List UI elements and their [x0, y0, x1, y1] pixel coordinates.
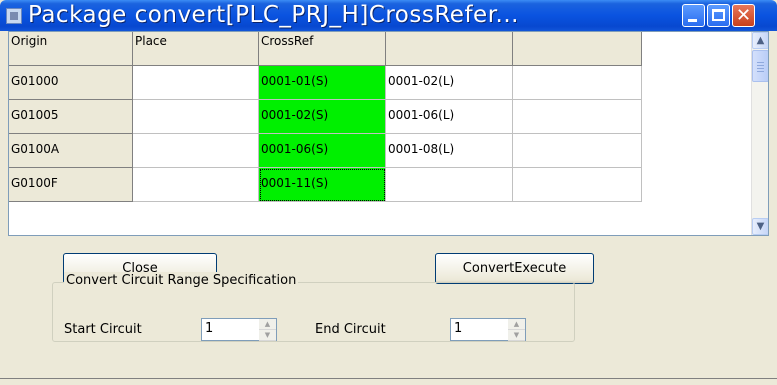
spin-up-icon[interactable]: ▲	[508, 319, 525, 330]
row-col4-cell[interactable]: 0001-06(L)	[386, 100, 513, 134]
end-circuit-spinner[interactable]: 1 ▲ ▼	[450, 318, 526, 341]
close-window-button[interactable]: ✕	[732, 4, 755, 27]
row-col4-cell[interactable]: 0001-02(L)	[386, 66, 513, 100]
row-place-cell[interactable]	[133, 134, 259, 168]
row-crossref-cell[interactable]: 0001-02(S)	[259, 100, 386, 134]
row-origin-cell[interactable]: G0100F	[9, 168, 133, 202]
row-origin-cell[interactable]: G01005	[9, 100, 133, 134]
column-header-place[interactable]: Place	[133, 32, 259, 66]
row-col5-cell[interactable]	[513, 134, 642, 168]
column-header-origin[interactable]: Origin	[9, 32, 133, 66]
row-origin-cell[interactable]: G01000	[9, 66, 133, 100]
package-convert-window: Package convert[PLC_PRJ_H]CrossRefer... …	[0, 0, 777, 385]
spin-down-icon[interactable]: ▼	[508, 330, 525, 341]
spin-down-icon[interactable]: ▼	[259, 330, 276, 341]
start-circuit-spin-buttons[interactable]: ▲ ▼	[259, 319, 276, 341]
title-bar[interactable]: Package convert[PLC_PRJ_H]CrossRefer... …	[0, 0, 777, 31]
column-header-5[interactable]	[513, 32, 642, 66]
minimize-icon	[688, 19, 697, 22]
row-crossref-cell[interactable]: 0001-01(S)	[259, 66, 386, 100]
scroll-down-icon[interactable]: ▼	[752, 218, 768, 235]
row-col5-cell[interactable]	[513, 168, 642, 202]
row-crossref-cell-selected[interactable]: 0001-11(S)	[259, 168, 386, 202]
column-header-crossref[interactable]: CrossRef	[259, 32, 386, 66]
window-bottom-border	[0, 378, 777, 379]
end-circuit-label: End Circuit	[315, 322, 386, 337]
row-place-cell[interactable]	[133, 66, 259, 100]
end-circuit-value[interactable]: 1	[454, 320, 462, 338]
convert-execute-button[interactable]: ConvertExecute	[435, 253, 594, 284]
vertical-scrollbar[interactable]: ▲ ▼	[751, 32, 768, 235]
end-circuit-spin-buttons[interactable]: ▲ ▼	[508, 319, 525, 341]
scroll-thumb[interactable]	[752, 50, 768, 82]
row-col4-cell[interactable]	[386, 168, 513, 202]
app-icon[interactable]	[6, 8, 22, 24]
close-icon: ✕	[736, 5, 752, 26]
row-place-cell[interactable]	[133, 100, 259, 134]
row-col5-cell[interactable]	[513, 100, 642, 134]
start-circuit-value[interactable]: 1	[205, 320, 213, 338]
cross-reference-grid[interactable]: Origin Place CrossRef G01000 0001-01(S) …	[8, 31, 769, 236]
column-header-4[interactable]	[386, 32, 513, 66]
minimize-button[interactable]	[682, 4, 705, 27]
start-circuit-label: Start Circuit	[64, 322, 142, 337]
row-crossref-cell[interactable]: 0001-06(S)	[259, 134, 386, 168]
start-circuit-spinner[interactable]: 1 ▲ ▼	[201, 318, 277, 341]
spin-up-icon[interactable]: ▲	[259, 319, 276, 330]
maximize-icon	[712, 9, 725, 21]
row-col4-cell[interactable]: 0001-08(L)	[386, 134, 513, 168]
maximize-button[interactable]	[707, 4, 730, 27]
row-col5-cell[interactable]	[513, 66, 642, 100]
scroll-up-icon[interactable]: ▲	[752, 32, 768, 49]
row-origin-cell[interactable]: G0100A	[9, 134, 133, 168]
window-title: Package convert[PLC_PRJ_H]CrossRefer...	[28, 2, 519, 28]
row-place-cell[interactable]	[133, 168, 259, 202]
circuit-range-legend: Convert Circuit Range Specification	[64, 272, 299, 290]
